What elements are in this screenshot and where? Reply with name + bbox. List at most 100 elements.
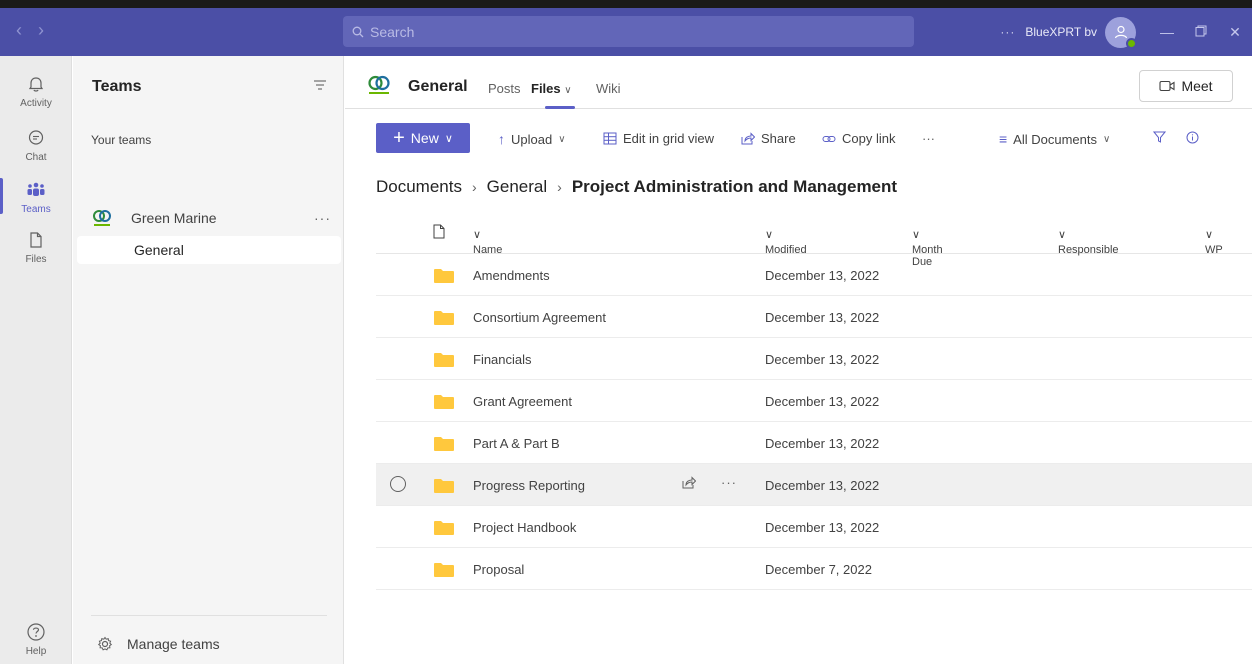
rail-item-help[interactable]: Help xyxy=(0,612,72,664)
filter-icon[interactable] xyxy=(313,78,327,94)
upload-icon: ↑ xyxy=(498,131,505,147)
team-logo-icon xyxy=(368,75,390,94)
more-commands-icon[interactable]: ··· xyxy=(922,131,935,146)
breadcrumb-item[interactable]: General xyxy=(487,177,547,197)
team-more-icon[interactable]: ··· xyxy=(314,210,331,226)
org-name[interactable]: BlueXPRT bv xyxy=(1025,25,1097,39)
share-label: Share xyxy=(761,131,796,146)
rail-label-chat: Chat xyxy=(25,151,47,163)
channel-name: General xyxy=(134,242,184,258)
manage-teams-label: Manage teams xyxy=(127,636,220,652)
row-more-icon[interactable]: ··· xyxy=(721,475,737,490)
column-header-name[interactable]: Name ∨ xyxy=(473,228,502,256)
file-name[interactable]: Financials xyxy=(473,352,532,367)
file-name[interactable]: Amendments xyxy=(473,268,550,283)
file-row[interactable]: Amendments December 13, 2022 xyxy=(376,254,1252,296)
team-name: Green Marine xyxy=(131,210,217,226)
file-name[interactable]: Progress Reporting xyxy=(473,478,585,493)
folder-icon xyxy=(434,311,454,325)
chevron-down-icon: ∨ xyxy=(765,229,774,241)
upload-button[interactable]: ↑ Upload ∨ xyxy=(498,131,566,147)
file-name[interactable]: Grant Agreement xyxy=(473,394,572,409)
folder-icon xyxy=(434,437,454,451)
rail-item-chat[interactable]: Chat xyxy=(0,118,72,170)
rail-item-files[interactable]: Files xyxy=(0,220,72,272)
chevron-right-icon: › xyxy=(557,179,562,195)
column-header-month-due[interactable]: Month Due ∨ xyxy=(912,228,943,268)
more-icon[interactable]: ··· xyxy=(1000,25,1015,39)
file-row[interactable]: Consortium Agreement December 13, 2022 xyxy=(376,296,1252,338)
info-icon[interactable] xyxy=(1186,131,1199,144)
file-row[interactable]: Financials December 13, 2022 xyxy=(376,338,1252,380)
your-teams-heading: Your teams xyxy=(91,133,152,147)
edit-grid-label: Edit in grid view xyxy=(623,131,715,146)
chevron-down-icon: ∨ xyxy=(558,133,566,145)
breadcrumb-item[interactable]: Documents xyxy=(376,177,462,197)
tab-wiki[interactable]: Wiki xyxy=(596,81,621,96)
edit-grid-button[interactable]: Edit in grid view xyxy=(603,131,714,146)
column-header-responsible[interactable]: Responsible ∨ xyxy=(1058,228,1119,256)
team-logo-icon xyxy=(93,210,111,226)
chevron-down-icon: ∨ xyxy=(1102,133,1111,145)
restore-icon[interactable] xyxy=(1184,24,1218,40)
teams-icon xyxy=(24,178,48,202)
file-name[interactable]: Project Handbook xyxy=(473,520,576,535)
row-select-radio[interactable] xyxy=(390,476,406,492)
team-item-green-marine[interactable]: Green Marine ··· xyxy=(91,206,331,230)
teams-panel: Teams Your teams Green Marine ··· Genera… xyxy=(73,56,344,664)
file-row[interactable]: Project Handbook December 13, 2022 xyxy=(376,506,1252,548)
copy-link-label: Copy link xyxy=(842,131,896,146)
close-icon[interactable]: ✕ xyxy=(1218,24,1252,41)
channel-title: General xyxy=(408,78,468,95)
column-header-modified[interactable]: Modified ∨ xyxy=(765,228,807,256)
presence-dot xyxy=(1126,37,1137,49)
file-name[interactable]: Part A & Part B xyxy=(473,436,560,451)
rail-item-activity[interactable]: Activity xyxy=(0,64,72,116)
view-selector[interactable]: ≡ All Documents ∨ xyxy=(999,131,1110,147)
share-button[interactable]: Share xyxy=(741,131,796,146)
view-label: All Documents xyxy=(1013,131,1097,147)
rail-label-help: Help xyxy=(25,645,47,657)
minimize-icon[interactable]: — xyxy=(1150,24,1184,40)
chevron-down-icon: ∨ xyxy=(1205,229,1214,241)
file-icon xyxy=(24,228,48,252)
file-list: Name ∨ Modified ∨ Month Due ∨ Responsibl… xyxy=(376,212,1252,590)
file-row[interactable]: Proposal December 7, 2022 xyxy=(376,548,1252,590)
rail-item-teams[interactable]: Teams xyxy=(0,170,72,222)
column-header-wp[interactable]: WP ∨ xyxy=(1205,228,1223,256)
file-row[interactable]: Grant Agreement December 13, 2022 xyxy=(376,380,1252,422)
upload-label: Upload xyxy=(511,131,553,147)
tab-files[interactable]: Files ∨ xyxy=(531,81,572,96)
channel-header: General Posts Files ∨ Wiki Meet xyxy=(345,56,1252,109)
folder-icon xyxy=(434,269,454,283)
share-icon[interactable] xyxy=(682,476,697,492)
avatar[interactable] xyxy=(1105,16,1137,49)
filter-icon[interactable] xyxy=(1153,131,1166,143)
panel-title: Teams xyxy=(92,78,142,95)
grid-icon xyxy=(603,132,617,145)
folder-icon xyxy=(434,353,454,367)
tab-posts[interactable]: Posts xyxy=(488,81,521,96)
plus-icon: + xyxy=(393,127,405,149)
channel-item-general[interactable]: General xyxy=(77,236,341,264)
history-nav: ‹ › xyxy=(16,20,44,41)
file-type-icon[interactable] xyxy=(433,224,445,242)
forward-arrow-icon[interactable]: › xyxy=(38,20,44,41)
help-icon xyxy=(24,620,48,644)
new-button[interactable]: + New ∨ xyxy=(376,123,470,153)
copy-link-button[interactable]: Copy link xyxy=(822,131,895,146)
folder-icon xyxy=(434,395,454,409)
titlebar-right: ··· BlueXPRT bv — ✕ xyxy=(1000,8,1252,56)
search-input[interactable]: Search xyxy=(343,16,914,47)
file-row[interactable]: Progress Reporting ··· December 13, 2022 xyxy=(376,464,1252,506)
app-rail: Activity Chat Teams Files Help xyxy=(0,56,72,664)
chevron-down-icon: ∨ xyxy=(912,229,921,241)
back-arrow-icon[interactable]: ‹ xyxy=(16,20,22,41)
command-bar: + New ∨ ↑ Upload ∨ Edit in grid view Sha… xyxy=(345,110,1252,166)
chevron-down-icon: ∨ xyxy=(444,132,453,145)
meet-button[interactable]: Meet xyxy=(1139,70,1233,102)
manage-teams-button[interactable]: Manage teams xyxy=(97,636,220,652)
file-name[interactable]: Consortium Agreement xyxy=(473,310,606,325)
file-row[interactable]: Part A & Part B December 13, 2022 xyxy=(376,422,1252,464)
file-name[interactable]: Proposal xyxy=(473,562,524,577)
